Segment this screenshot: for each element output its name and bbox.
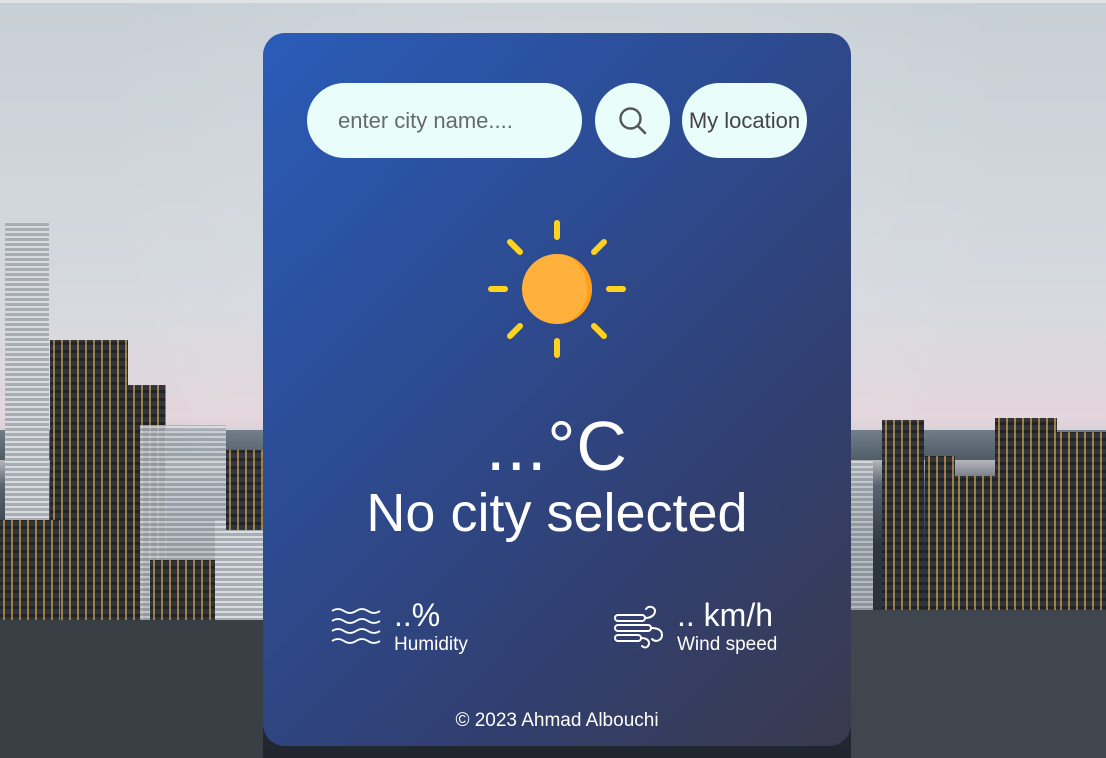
temperature-value: ...°C [486, 407, 628, 485]
humidity-value: ..% [394, 597, 441, 633]
weather-card: My location ...°C No city selected .. [263, 33, 851, 746]
search-icon [618, 106, 646, 134]
copyright-footer: © 2023 Ahmad Albouchi [455, 710, 659, 731]
humidity-label: Humidity [394, 634, 468, 655]
wind-speed-value: .. km/h [677, 597, 774, 633]
search-button[interactable] [595, 83, 670, 158]
humidity-stat: ..% Humidity [330, 598, 468, 656]
waves-icon [331, 608, 381, 644]
wind-stat: .. km/h Wind speed [613, 598, 777, 656]
city-name: No city selected [366, 483, 748, 543]
sun-icon [488, 220, 626, 358]
wind-icon [614, 605, 664, 649]
my-location-button[interactable]: My location [682, 83, 807, 158]
wind-speed-label: Wind speed [677, 634, 778, 655]
city-search-input[interactable] [307, 83, 582, 158]
top-border [0, 0, 1106, 3]
